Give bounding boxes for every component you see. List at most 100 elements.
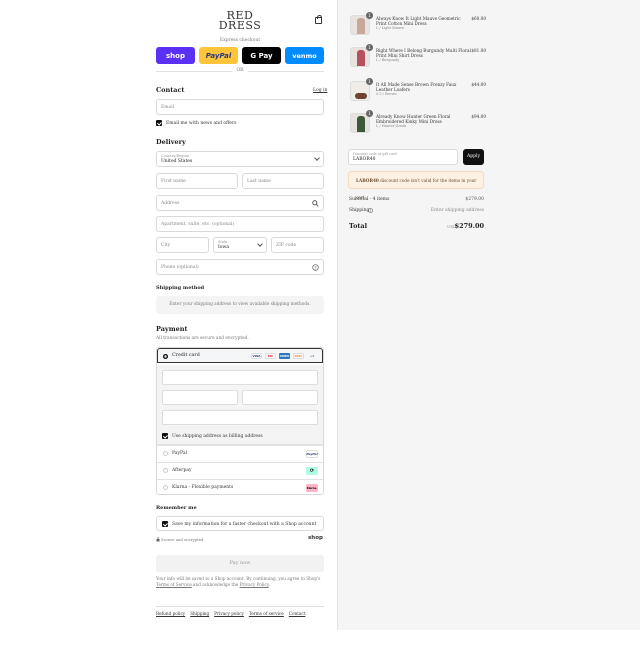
product-name: It All Made Sense Brown Frenzy Faux Leat… xyxy=(376,82,471,98)
paypal-icon: PayPal xyxy=(306,450,318,458)
zip-field[interactable]: ZIP code xyxy=(271,237,324,253)
product-title: Already Know Hunter Green Floral Embroid… xyxy=(376,114,451,125)
paypal-radio[interactable] xyxy=(163,451,168,456)
subtotal-value: $279.00 xyxy=(465,197,484,202)
city-field[interactable]: City xyxy=(156,237,209,253)
card-name-field[interactable] xyxy=(162,410,318,425)
card-cvv-field[interactable] xyxy=(242,390,318,405)
last-name-field[interactable]: Last name xyxy=(242,173,324,189)
product-price: $44.00 xyxy=(471,82,486,87)
total-row: Total USD $279.00 xyxy=(349,222,484,230)
checkout-form-panel xyxy=(0,0,337,630)
apartment-field[interactable]: Apartment, suite, etc. (optional) xyxy=(156,216,324,232)
shopping-bag-icon[interactable] xyxy=(315,15,322,24)
cart-item: 1 Right Where I Belong Burgundy Multi Fl… xyxy=(350,44,486,73)
footer-links: Refund policy Shipping Privacy policy Te… xyxy=(156,606,324,616)
afterpay-option-label: Afterpay xyxy=(172,468,192,473)
first-name-field[interactable]: First name xyxy=(156,173,238,189)
product-name: Always Know It Light Mauve Geometric Pri… xyxy=(376,16,471,32)
save-info-checkbox[interactable] xyxy=(162,521,168,527)
express-checkout-label: Express checkout xyxy=(219,38,261,43)
quantity-badge: 1 xyxy=(366,12,373,19)
discount-error-message: LABOR40 discount code isn't valid for th… xyxy=(348,171,484,200)
help-icon[interactable]: ? xyxy=(312,264,319,271)
quantity-badge: 1 xyxy=(366,78,373,85)
contact-link[interactable]: Contact xyxy=(289,611,306,616)
legal-text-part-2: and acknowledge the xyxy=(191,582,240,587)
credit-card-radio[interactable] xyxy=(163,354,168,359)
country-select[interactable]: Country/Region United States xyxy=(156,151,324,167)
afterpay-icon: ⟳ xyxy=(306,467,318,475)
google-pay-button[interactable]: G Pay xyxy=(242,47,281,64)
product-variant: L / Light Mauve xyxy=(376,26,405,31)
brand-logo[interactable]: RED DRESS xyxy=(218,10,262,31)
card-number-field[interactable] xyxy=(162,370,318,385)
shop-pay-button[interactable]: shop xyxy=(156,47,195,64)
shipping-link[interactable]: Shipping xyxy=(190,611,209,616)
phone-field[interactable]: Phone (optional) ? xyxy=(156,259,324,275)
payment-heading: Payment xyxy=(156,325,188,333)
delivery-heading: Delivery xyxy=(156,138,186,146)
shop-logo: shop xyxy=(308,535,323,541)
quantity-badge: 1 xyxy=(366,44,373,51)
subtotal-label: Subtotal · 4 items xyxy=(349,197,390,202)
login-link[interactable]: Log in xyxy=(313,88,327,93)
state-select[interactable]: State Iowa xyxy=(213,237,267,253)
legal-text-part-1: Your info will be saved to a Shop accoun… xyxy=(156,576,321,581)
venmo-button[interactable]: venmo xyxy=(285,47,324,64)
product-price: $94.00 xyxy=(471,114,486,119)
paypal-option[interactable]: PayPal PayPal xyxy=(157,445,323,462)
paypal-option-label: PayPal xyxy=(172,451,187,456)
privacy-policy-footer-link[interactable]: Privacy policy xyxy=(214,611,244,616)
svg-text:?: ? xyxy=(370,209,372,213)
phone-placeholder: Phone (optional) xyxy=(161,264,199,270)
email-field[interactable]: Email xyxy=(156,99,324,115)
afterpay-radio[interactable] xyxy=(163,468,168,473)
privacy-policy-link[interactable]: Privacy Policy xyxy=(240,582,269,587)
country-select-value: United States xyxy=(161,159,193,164)
apply-discount-button[interactable]: Apply xyxy=(463,149,484,165)
credit-card-option[interactable]: Credit card VISA MC AMEX DISC +4 xyxy=(157,348,323,363)
billing-same-label: Use shipping address as billing address xyxy=(172,434,263,439)
info-icon[interactable]: ? xyxy=(368,208,373,213)
cart-item: 1 It All Made Sense Brown Frenzy Faux Le… xyxy=(350,78,486,107)
address-field[interactable]: Address xyxy=(156,195,324,211)
amex-icon: AMEX xyxy=(279,353,290,359)
klarna-option-label: Klarna - Flexible payments xyxy=(172,485,234,490)
paypal-button[interactable]: PayPal xyxy=(199,47,238,64)
terms-of-service-footer-link[interactable]: Terms of service xyxy=(249,611,284,616)
more-cards-badge: +4 xyxy=(309,354,315,358)
billing-same-checkbox[interactable] xyxy=(162,433,168,439)
shipping-value: Enter shipping address xyxy=(430,208,484,213)
svg-text:?: ? xyxy=(314,265,316,270)
klarna-icon: Klarna. xyxy=(306,484,318,492)
payment-methods: Credit card VISA MC AMEX DISC +4 Use shi… xyxy=(156,347,324,495)
refund-policy-link[interactable]: Refund policy xyxy=(156,611,185,616)
address-placeholder: Address xyxy=(161,200,180,206)
total-label: Total xyxy=(349,222,368,230)
klarna-radio[interactable] xyxy=(163,485,168,490)
product-variant: L / Burgundy xyxy=(376,58,400,63)
product-title: It All Made Sense Brown Frenzy Faux Leat… xyxy=(376,82,457,93)
cart-item: 1 Always Know It Light Mauve Geometric P… xyxy=(350,12,486,41)
search-icon xyxy=(312,200,319,207)
discover-icon: DISC xyxy=(293,353,304,359)
contact-heading: Contact xyxy=(156,86,185,94)
pay-now-button[interactable]: Pay now xyxy=(156,555,324,572)
product-title: Always Know It Light Mauve Geometric Pri… xyxy=(376,16,461,27)
product-variant: L / Hunter Green xyxy=(376,124,407,129)
card-expiry-field[interactable] xyxy=(162,390,238,405)
or-divider: OR xyxy=(156,68,324,73)
klarna-option[interactable]: Klarna - Flexible payments Klarna. xyxy=(157,479,323,496)
product-name: Right Where I Belong Burgundy Multi Flor… xyxy=(376,48,471,64)
discount-code-field[interactable]: Discount code or gift card LABOR40 xyxy=(348,149,458,165)
total-value: $279.00 xyxy=(454,222,484,230)
shipping-row: Shipping ? Enter shipping address xyxy=(349,208,484,213)
secure-encrypted-label: Secure and encrypted xyxy=(161,537,204,542)
afterpay-option[interactable]: Afterpay ⟳ xyxy=(157,462,323,479)
credit-card-label: Credit card xyxy=(172,353,200,358)
product-price: $60.00 xyxy=(471,16,486,21)
discount-error-code: LABOR40 xyxy=(356,178,379,183)
terms-of-service-link[interactable]: Terms of Service xyxy=(156,582,192,587)
news-checkbox[interactable] xyxy=(156,120,162,126)
